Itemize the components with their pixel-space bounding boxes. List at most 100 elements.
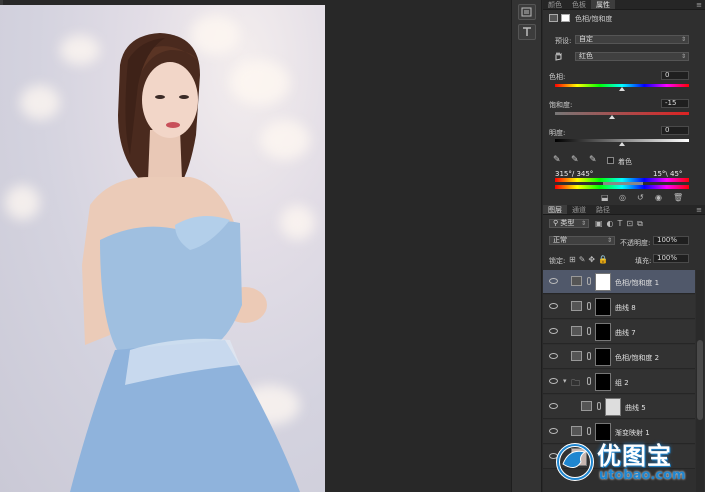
- preset-select[interactable]: 自定 ⇕: [575, 35, 689, 44]
- tab-paths[interactable]: 路径: [591, 205, 615, 214]
- target-adjust-hand-icon[interactable]: [553, 51, 563, 63]
- eyedropper-icon[interactable]: ✎: [553, 155, 561, 165]
- range-left-label: 315°/ 345°: [555, 170, 594, 178]
- tab-layers[interactable]: 图层: [543, 205, 567, 214]
- visibility-eye-icon[interactable]: [549, 303, 558, 309]
- range-right-label: 15°\ 45°: [653, 170, 683, 178]
- layer-row[interactable]: 色相/饱和度 1: [543, 270, 695, 294]
- layers-menu-icon[interactable]: ≡: [693, 205, 705, 214]
- saturation-input[interactable]: -15: [661, 99, 689, 108]
- curves-layer-icon: [571, 326, 582, 336]
- saturation-label: 饱和度:: [549, 101, 573, 109]
- preset-label: 预设:: [555, 37, 572, 45]
- layer-name: 色相/饱和度 1: [615, 279, 660, 287]
- visibility-eye-icon[interactable]: [549, 378, 558, 384]
- layer-mask-thumbnail[interactable]: [595, 373, 611, 391]
- history-icon: [521, 7, 532, 17]
- opacity-label: 不透明度:: [620, 239, 651, 247]
- select-arrow-icon: ⇕: [580, 220, 586, 227]
- reset-icon[interactable]: ↺: [637, 193, 644, 202]
- layer-name: 曲线 7: [615, 329, 636, 337]
- layer-mask-thumbnail[interactable]: [595, 323, 611, 341]
- layer-mask-thumbnail[interactable]: [595, 298, 611, 316]
- layer-row[interactable]: 曲线 7: [543, 320, 695, 344]
- visibility-icon[interactable]: ◉: [655, 193, 662, 202]
- document-photo[interactable]: [0, 5, 325, 492]
- layer-name: 组 2: [615, 379, 629, 387]
- hue-value: 0: [665, 71, 670, 79]
- properties-bottom-toolbar: ⬓ ◎ ↺ ◉ 🗑: [543, 193, 705, 203]
- fill-value: 100%: [657, 254, 678, 262]
- blend-mode-value: 正常: [553, 236, 567, 244]
- hue-slider-thumb[interactable]: [619, 87, 625, 91]
- saturation-slider-thumb[interactable]: [609, 115, 615, 119]
- watermark: 优图宝 utobao.com: [555, 432, 705, 492]
- mask-icon[interactable]: [561, 14, 570, 22]
- layer-row[interactable]: 曲线 8: [543, 295, 695, 319]
- hue-saturation-layer-icon: [571, 276, 582, 286]
- select-arrow-icon: ⇕: [680, 53, 686, 60]
- panel-menu-icon[interactable]: ≡: [693, 0, 705, 9]
- layer-name: 曲线 5: [625, 404, 646, 412]
- layer-mask-thumbnail[interactable]: [595, 348, 611, 366]
- range-bar-bottom[interactable]: [555, 185, 689, 189]
- layer-filter-icons[interactable]: ▣◐T⊡⧉: [595, 219, 647, 229]
- expand-triangle-icon[interactable]: ▾: [563, 377, 567, 385]
- preset-value: 自定: [579, 35, 593, 43]
- visibility-eye-icon[interactable]: [549, 353, 558, 359]
- layers-tabbar: 图层 通道 路径 ≡: [543, 205, 705, 215]
- properties-title: 色相/饱和度: [575, 15, 613, 23]
- tab-swatches[interactable]: 色板: [567, 0, 591, 9]
- layer-row[interactable]: ▾ 🗀 组 2: [543, 370, 695, 394]
- lightness-slider-thumb[interactable]: [619, 142, 625, 146]
- eyedropper-minus-icon[interactable]: ✎: [589, 155, 597, 165]
- layer-mask-thumbnail[interactable]: [595, 273, 611, 291]
- tab-channels[interactable]: 通道: [567, 205, 591, 214]
- delete-icon[interactable]: 🗑: [673, 193, 683, 202]
- woman-figure: [70, 33, 300, 492]
- layer-filter-value: 类型: [560, 219, 575, 227]
- colorize-checkbox[interactable]: [607, 157, 614, 164]
- layer-row[interactable]: 曲线 5: [543, 395, 695, 419]
- lightness-input[interactable]: 0: [661, 126, 689, 135]
- lightness-label: 明度:: [549, 129, 566, 137]
- visibility-eye-icon[interactable]: [549, 403, 558, 409]
- link-icon: [587, 277, 591, 285]
- preset-row: 预设: 自定 ⇕: [543, 34, 705, 46]
- hue-input[interactable]: 0: [661, 71, 689, 80]
- layer-filter-select[interactable]: ⚲ 类型 ⇕: [549, 219, 589, 228]
- link-icon: [587, 302, 591, 310]
- layers-panel: 图层 通道 路径 ≡: [543, 205, 705, 215]
- character-panel-button[interactable]: [518, 24, 536, 40]
- layer-mask-thumbnail[interactable]: [605, 398, 621, 416]
- select-arrow-icon: ⇕: [606, 237, 612, 244]
- eyedropper-plus-icon[interactable]: ✎: [571, 155, 579, 165]
- clip-to-layer-icon[interactable]: ⬓: [601, 193, 609, 202]
- tab-properties[interactable]: 属性: [591, 0, 615, 9]
- history-panel-button[interactable]: [518, 4, 536, 20]
- blend-mode-select[interactable]: 正常 ⇕: [549, 236, 615, 245]
- watermark-en-text: utobao.com: [599, 468, 686, 483]
- link-icon: [597, 402, 601, 410]
- visibility-eye-icon[interactable]: [549, 278, 558, 284]
- properties-header: 色相/饱和度: [543, 13, 705, 25]
- saturation-value: -15: [665, 99, 677, 107]
- opacity-value: 100%: [657, 236, 678, 244]
- scrollbar-thumb[interactable]: [697, 340, 703, 420]
- opacity-input[interactable]: 100%: [653, 236, 689, 245]
- channel-select[interactable]: 红色 ⇕: [575, 52, 689, 61]
- lightness-value: 0: [665, 126, 670, 134]
- layer-row[interactable]: 色相/饱和度 2: [543, 345, 695, 369]
- adjustment-icon: [549, 14, 558, 22]
- lock-icons[interactable]: ⊞✎✥🔒: [569, 255, 611, 264]
- tab-color[interactable]: 颜色: [543, 0, 567, 9]
- saturation-slider-track[interactable]: [555, 112, 689, 115]
- view-previous-icon[interactable]: ◎: [619, 193, 626, 202]
- hue-saturation-layer-icon: [571, 351, 582, 361]
- fill-input[interactable]: 100%: [653, 254, 689, 263]
- channel-value: 红色: [579, 52, 593, 60]
- watermark-cn-text: 优图宝: [597, 442, 672, 470]
- visibility-eye-icon[interactable]: [549, 328, 558, 334]
- document-canvas-area[interactable]: [0, 0, 512, 492]
- curves-layer-icon: [571, 301, 582, 311]
